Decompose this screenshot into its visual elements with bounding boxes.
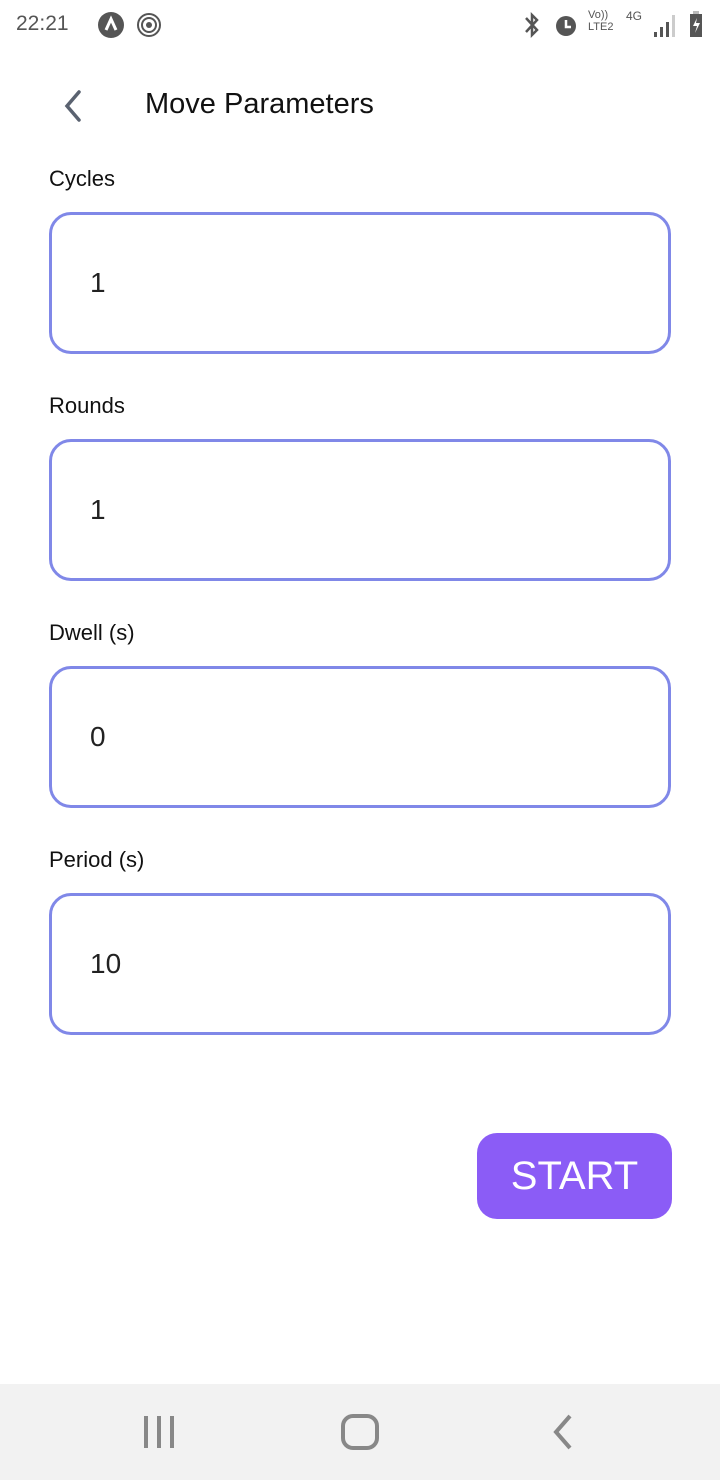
- page-title: Move Parameters: [145, 88, 374, 120]
- signal-icon: [654, 15, 675, 37]
- hotspot-icon: [137, 13, 161, 37]
- 4g-icon: 4G: [626, 9, 643, 23]
- status-time: 22:21: [16, 12, 69, 35]
- bluetooth-icon: [525, 11, 539, 39]
- recent-apps-button[interactable]: [142, 1412, 176, 1457]
- nav-back-button[interactable]: [548, 1412, 578, 1457]
- dwell-input[interactable]: 0: [49, 666, 671, 808]
- start-button[interactable]: START: [477, 1133, 672, 1219]
- back-button[interactable]: [55, 86, 95, 126]
- app-bar: Move Parameters: [0, 70, 720, 140]
- cycles-input[interactable]: 1: [49, 212, 671, 354]
- status-bar: 22:21 Vo)) LTE2 4G: [0, 0, 720, 50]
- alarm-icon: [556, 16, 576, 36]
- period-input[interactable]: 10: [49, 893, 671, 1035]
- rounds-label: Rounds: [49, 393, 125, 418]
- system-nav-bar: [0, 1384, 720, 1480]
- volte-icon: Vo)) LTE2: [588, 9, 614, 33]
- battery-charging-icon: [690, 11, 702, 37]
- home-button[interactable]: [340, 1412, 380, 1457]
- cycles-label: Cycles: [49, 166, 116, 191]
- rounds-input[interactable]: 1: [49, 439, 671, 581]
- period-label: Period (s): [49, 847, 145, 872]
- app-icon: [98, 12, 124, 38]
- dwell-label: Dwell (s): [49, 620, 135, 645]
